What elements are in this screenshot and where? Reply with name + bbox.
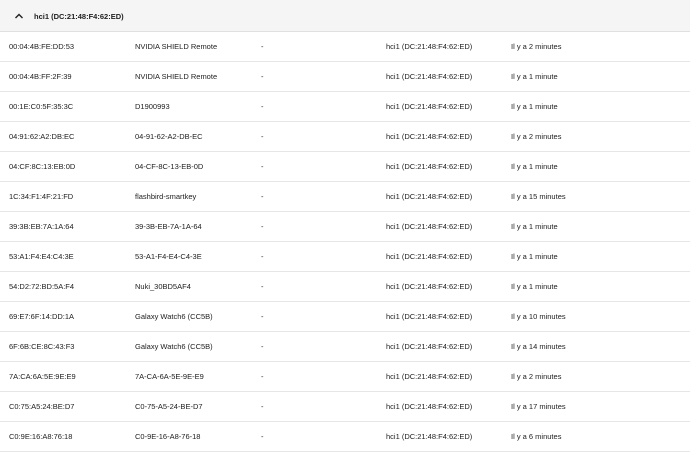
device-last-seen: Il y a 6 minutes — [511, 432, 562, 441]
device-extra: - — [261, 252, 264, 261]
device-adapter: hci1 (DC:21:48:F4:62:ED) — [386, 132, 473, 141]
device-last-seen: Il y a 2 minutes — [511, 42, 562, 51]
device-adapter: hci1 (DC:21:48:F4:62:ED) — [386, 222, 473, 231]
device-mac: 00:1E:C0:5F:35:3C — [9, 102, 74, 111]
device-name: C0-9E-16-A8-76-18 — [135, 432, 201, 441]
device-mac: 04:CF:8C:13:EB:0D — [9, 162, 76, 171]
table-row[interactable]: 7A:CA:6A:5E:9E:E9 7A-CA-6A-5E-9E-E9 - hci1 … — [0, 362, 690, 392]
device-mac: 53:A1:F4:E4:C4:3E — [9, 252, 74, 261]
device-last-seen: Il y a 17 minutes — [511, 402, 566, 411]
device-extra: - — [261, 162, 264, 171]
device-mac: 7A:CA:6A:5E:9E:E9 — [9, 372, 76, 381]
device-adapter: hci1 (DC:21:48:F4:62:ED) — [386, 162, 473, 171]
device-extra: - — [261, 222, 264, 231]
device-mac: 04:91:62:A2:DB:EC — [9, 132, 75, 141]
device-adapter: hci1 (DC:21:48:F4:62:ED) — [386, 192, 473, 201]
device-adapter: hci1 (DC:21:48:F4:62:ED) — [386, 432, 473, 441]
device-name: NVIDIA SHIELD Remote — [135, 42, 218, 51]
table-row[interactable]: 1C:34:F1:4F:21:FD flashbird-smartkey - hci1… — [0, 182, 690, 212]
device-name: 39-3B-EB-7A-1A-64 — [135, 222, 202, 231]
device-adapter: hci1 (DC:21:48:F4:62:ED) — [386, 372, 473, 381]
table-row[interactable]: 69:E7:6F:14:DD:1A Galaxy Watch6 (CC5B) - hc… — [0, 302, 690, 332]
device-adapter: hci1 (DC:21:48:F4:62:ED) — [386, 402, 473, 411]
device-extra: - — [261, 192, 264, 201]
device-name: D1900993 — [135, 102, 170, 111]
device-name: 53-A1-F4-E4-C4-3E — [135, 252, 202, 261]
table-row[interactable]: 00:1E:C0:5F:35:3C D1900993 - hci1 (DC:21:48… — [0, 92, 690, 122]
device-adapter: hci1 (DC:21:48:F4:62:ED) — [386, 102, 473, 111]
device-last-seen: Il y a 1 minute — [511, 282, 558, 291]
group-header[interactable]: hci1 (DC:21:48:F4:62:ED) — [0, 0, 690, 32]
device-last-seen: Il y a 1 minute — [511, 72, 558, 81]
device-extra: - — [261, 282, 264, 291]
device-mac: 00:04:4B:FF:2F:39 — [9, 72, 72, 81]
device-extra: - — [261, 402, 264, 411]
table-row[interactable]: C0:75:A5:24:BE:D7 C0-75-A5-24-BE-D7 - hci1 … — [0, 392, 690, 422]
device-extra: - — [261, 372, 264, 381]
device-name: 04-CF-8C-13-EB-0D — [135, 162, 204, 171]
table-row[interactable]: 54:D2:72:BD:5A:F4 Nuki_30BD5AF4 - hci1 (DC:… — [0, 272, 690, 302]
device-extra: - — [261, 72, 264, 81]
device-adapter: hci1 (DC:21:48:F4:62:ED) — [386, 342, 473, 351]
device-name: C0-75-A5-24-BE-D7 — [135, 402, 203, 411]
device-adapter: hci1 (DC:21:48:F4:62:ED) — [386, 72, 473, 81]
device-last-seen: Il y a 15 minutes — [511, 192, 566, 201]
device-table: 00:04:4B:FE:DD:53 NVIDIA SHIELD Remote - hc… — [0, 32, 690, 452]
device-mac: C0:75:A5:24:BE:D7 — [9, 402, 75, 411]
device-name: 7A-CA-6A-5E-9E-E9 — [135, 372, 204, 381]
device-extra: - — [261, 102, 264, 111]
device-last-seen: Il y a 2 minutes — [511, 132, 562, 141]
device-extra: - — [261, 42, 264, 51]
device-extra: - — [261, 432, 264, 441]
table-row[interactable]: 39:3B:EB:7A:1A:64 39-3B-EB-7A-1A-64 - hci1 … — [0, 212, 690, 242]
device-adapter: hci1 (DC:21:48:F4:62:ED) — [386, 282, 473, 291]
table-row[interactable]: 04:CF:8C:13:EB:0D 04-CF-8C-13-EB-0D - hci1 … — [0, 152, 690, 182]
device-name: Nuki_30BD5AF4 — [135, 282, 191, 291]
device-name: NVIDIA SHIELD Remote — [135, 72, 218, 81]
device-extra: - — [261, 312, 264, 321]
device-adapter: hci1 (DC:21:48:F4:62:ED) — [386, 42, 473, 51]
device-adapter: hci1 (DC:21:48:F4:62:ED) — [386, 312, 473, 321]
device-mac: 39:3B:EB:7A:1A:64 — [9, 222, 74, 231]
device-name: Galaxy Watch6 (CC5B) — [135, 312, 213, 321]
device-last-seen: Il y a 1 minute — [511, 162, 558, 171]
device-mac: 69:E7:6F:14:DD:1A — [9, 312, 75, 321]
device-mac: 1C:34:F1:4F:21:FD — [9, 192, 74, 201]
table-row[interactable]: 00:04:4B:FF:2F:39 NVIDIA SHIELD Remote - hc… — [0, 62, 690, 92]
table-row[interactable]: 00:04:4B:FE:DD:53 NVIDIA SHIELD Remote - hc… — [0, 32, 690, 62]
chevron-up-icon[interactable] — [14, 11, 24, 21]
device-extra: - — [261, 342, 264, 351]
table-row[interactable]: 53:A1:F4:E4:C4:3E 53-A1-F4-E4-C4-3E - hci1 … — [0, 242, 690, 272]
device-last-seen: Il y a 1 minute — [511, 222, 558, 231]
device-last-seen: Il y a 14 minutes — [511, 342, 566, 351]
device-last-seen: Il y a 2 minutes — [511, 372, 562, 381]
device-extra: - — [261, 132, 264, 141]
device-name: Galaxy Watch6 (CC5B) — [135, 342, 213, 351]
device-last-seen: Il y a 1 minute — [511, 102, 558, 111]
table-row[interactable]: 6F:6B:CE:8C:43:F3 Galaxy Watch6 (CC5B) - hc… — [0, 332, 690, 362]
device-name: 04-91-62-A2-DB-EC — [135, 132, 203, 141]
device-mac: C0:9E:16:A8:76:18 — [9, 432, 73, 441]
device-mac: 00:04:4B:FE:DD:53 — [9, 42, 75, 51]
table-row[interactable]: C0:9E:16:A8:76:18 C0-9E-16-A8-76-18 - hci1 … — [0, 422, 690, 452]
device-last-seen: Il y a 10 minutes — [511, 312, 566, 321]
device-adapter: hci1 (DC:21:48:F4:62:ED) — [386, 252, 473, 261]
device-name: flashbird-smartkey — [135, 192, 197, 201]
group-title: hci1 (DC:21:48:F4:62:ED) — [34, 12, 124, 21]
device-last-seen: Il y a 1 minute — [511, 252, 558, 261]
device-mac: 6F:6B:CE:8C:43:F3 — [9, 342, 75, 351]
table-row[interactable]: 04:91:62:A2:DB:EC 04-91-62-A2-DB-EC - hci1 … — [0, 122, 690, 152]
device-mac: 54:D2:72:BD:5A:F4 — [9, 282, 75, 291]
